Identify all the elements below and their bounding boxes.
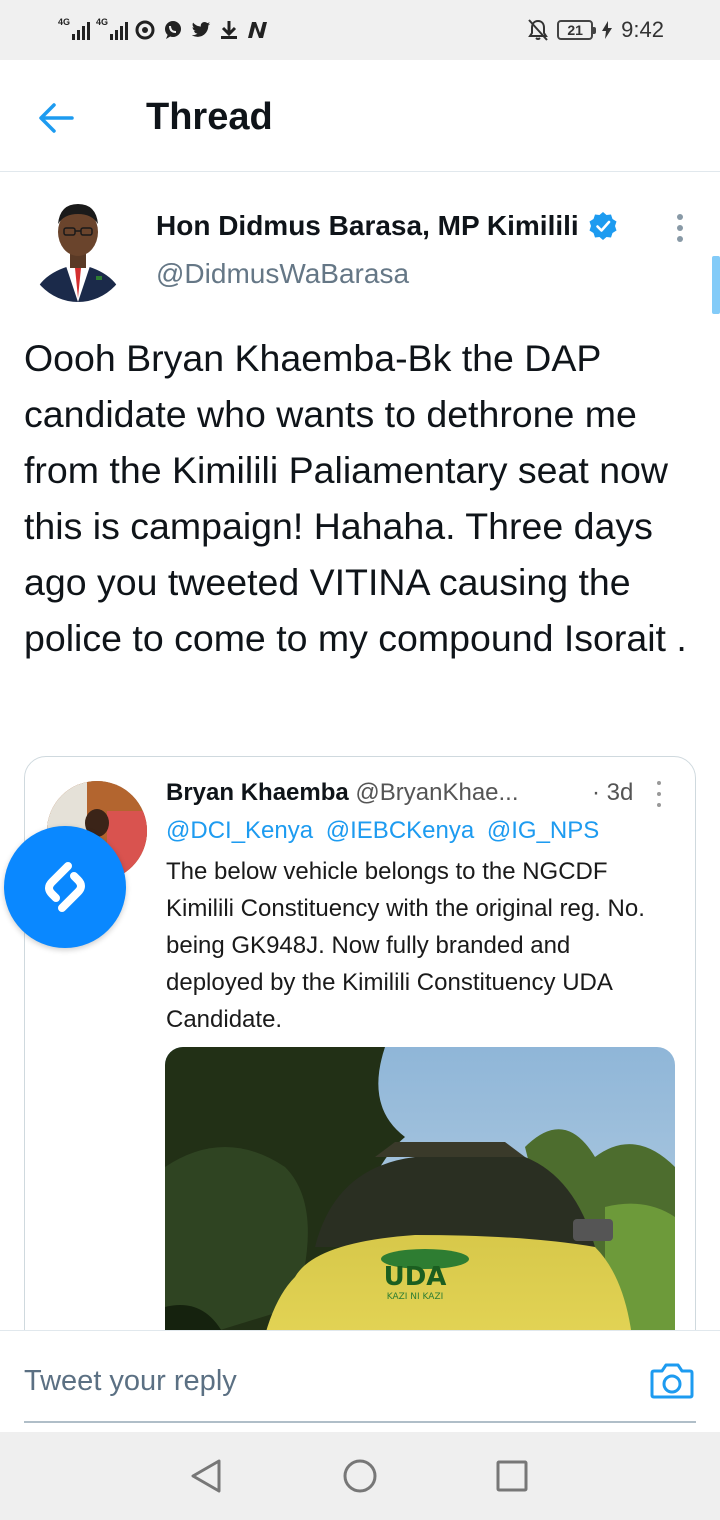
uda-logo-text: UDA [384,1262,447,1292]
author-handle[interactable]: @DidmusWaBarasa [156,258,409,290]
quoted-more-icon [653,781,665,807]
quoted-author-name: Bryan Khaemba [166,779,349,806]
status-bar-left: 4G 4G [58,16,268,44]
quoted-mentions: @DCI_Kenya @IEBCKenya @IG_NPS [166,817,605,845]
mention-link[interactable]: @DCI_Kenya [166,817,313,844]
n-app-icon [246,19,268,41]
reply-underline [24,1421,696,1423]
nav-recents-button[interactable] [488,1452,536,1500]
quoted-tweet-card[interactable]: Bryan Khaemba @BryanKhae... · 3d @DCI_Ke… [24,756,696,1396]
nav-back-button[interactable] [182,1452,230,1500]
signal-icon: 4G [58,17,90,40]
status-bar-right: 21 9:42 [527,16,664,44]
author-avatar[interactable] [26,194,130,302]
signal-icon: 4G [96,17,128,40]
battery-icon: 21 [557,20,597,40]
nav-home-button[interactable] [336,1452,384,1500]
whatsapp-icon [162,19,184,41]
uda-slogan-text: KAZI NI KAZI [387,1292,444,1302]
status-bar: 4G 4G 21 9:42 [0,0,720,60]
mention-link[interactable]: @IG_NPS [487,817,599,844]
opera-icon [134,19,156,41]
download-icon [218,19,240,41]
camera-button[interactable] [648,1357,696,1405]
square-recents-icon [496,1460,528,1492]
verified-badge-icon [589,212,617,240]
page-title: Thread [146,96,273,138]
quoted-tweet-body: The below vehicle belongs to the NGCDF K… [166,858,645,1033]
quoted-author-handle: @BryanKhae... [355,779,519,806]
scroll-indicator[interactable] [712,256,720,314]
shazam-icon [45,862,85,912]
mention-link[interactable]: @IEBCKenya [326,817,474,844]
back-arrow-icon [39,103,74,133]
network-type-2: 4G [96,17,109,27]
clock: 9:42 [621,17,664,42]
circle-home-icon [343,1459,377,1493]
reply-bar: Tweet your reply [0,1330,720,1432]
author-name[interactable]: Hon Didmus Barasa, MP Kimilili [156,210,579,242]
quoted-tweet-time: · 3d [592,779,634,806]
tweet-text: Oooh Bryan Khaemba-Bk the DAP candidate … [24,337,687,659]
more-options-button[interactable] [664,208,696,248]
battery-level: 21 [567,22,583,38]
camera-icon [650,1363,694,1399]
back-button[interactable] [28,90,84,146]
quoted-tweet-header: Bryan Khaemba @BryanKhae... [166,779,519,807]
shazam-floating-button[interactable] [4,826,126,948]
app-header: Thread [0,60,720,172]
network-type-1: 4G [58,17,71,27]
triangle-back-icon [191,1459,221,1493]
twitter-icon [190,19,212,41]
reply-input[interactable]: Tweet your reply [24,1365,237,1398]
mute-icon [527,19,549,41]
charging-icon [601,19,613,41]
system-nav-bar [0,1432,720,1520]
